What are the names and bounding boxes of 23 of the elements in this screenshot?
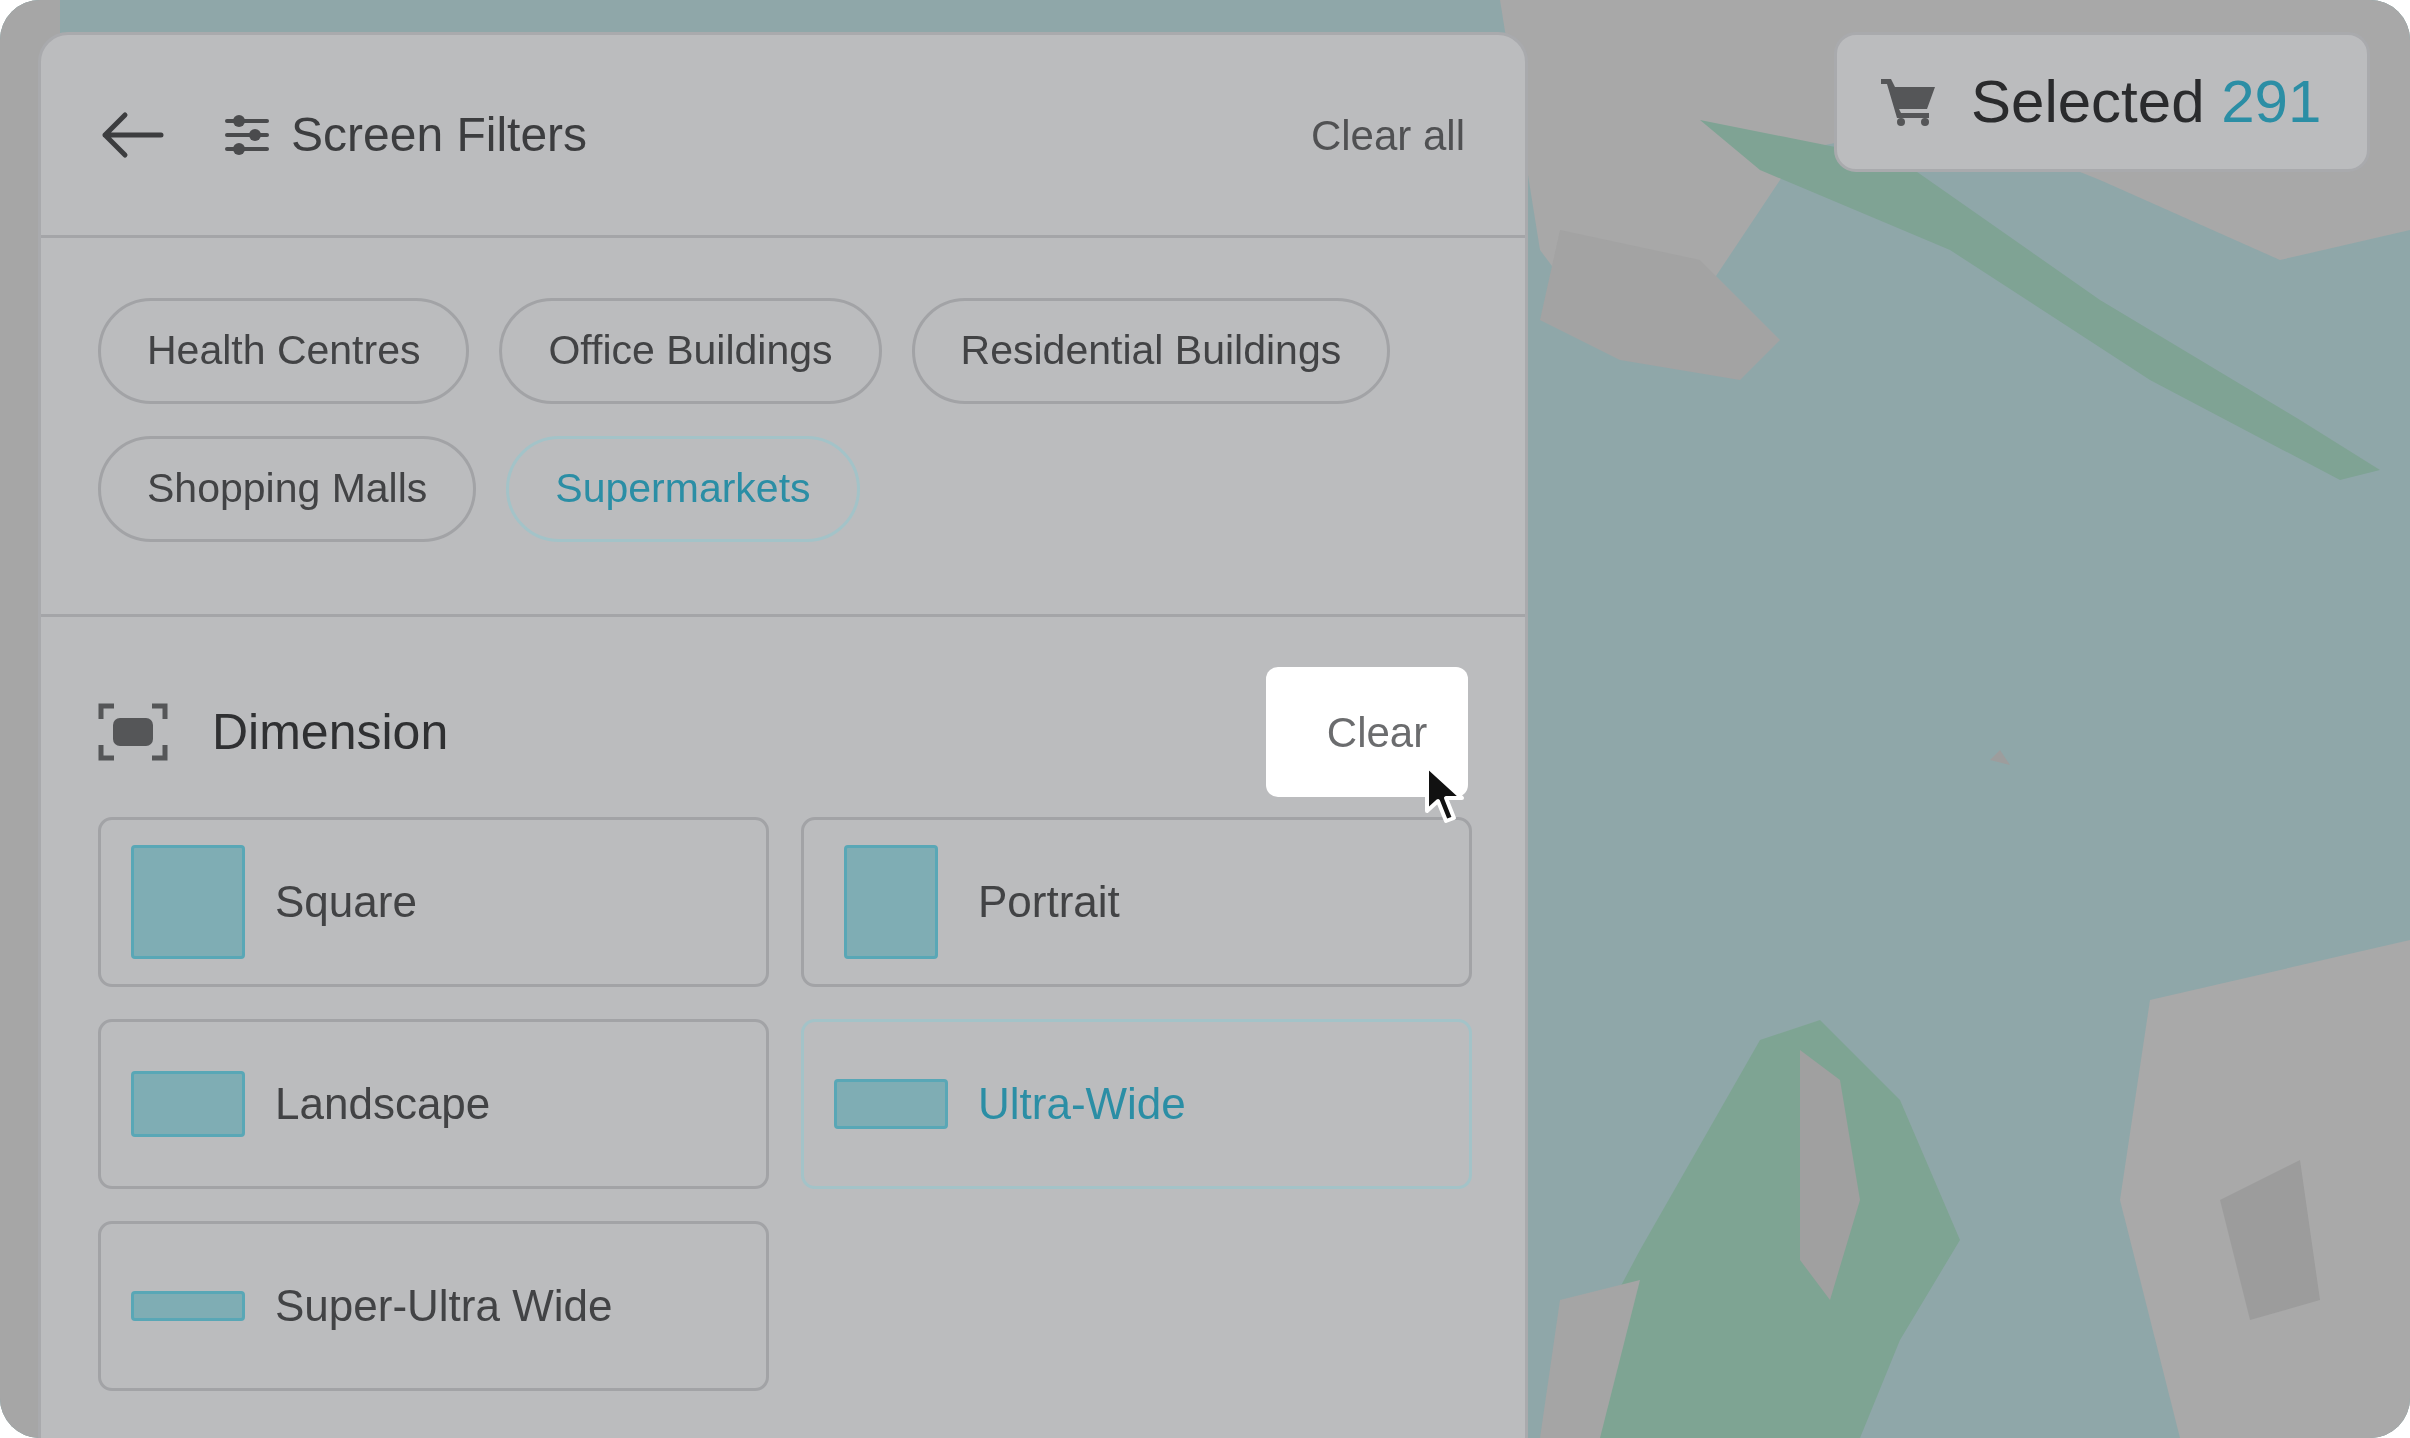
selected-label: Selected [1971,68,2205,135]
aspect-shape-icon [131,1071,245,1137]
aspect-shape-icon [844,845,938,959]
sliders-icon [225,115,269,155]
panel-title: Screen Filters [291,107,588,163]
aspect-shape-icon [834,1079,948,1129]
dimension-option[interactable]: Portrait [801,817,1472,987]
section-title: Dimension [212,702,449,762]
dimension-option[interactable]: Super-Ultra Wide [98,1221,769,1391]
category-chip[interactable]: Shopping Malls [98,436,477,542]
dimension-option[interactable]: Square [98,817,769,987]
cart-icon [1881,77,1937,127]
selected-count: 291 [2221,68,2322,135]
back-arrow-icon [101,111,165,159]
category-chip[interactable]: Residential Buildings [911,298,1391,404]
dimension-icon [98,703,168,761]
category-chip[interactable]: Health Centres [98,298,470,404]
aspect-shape-icon [131,1291,245,1321]
aspect-shape-icon [131,845,245,959]
dimension-option[interactable]: Landscape [98,1019,769,1189]
clear-all-button[interactable]: Clear all [1310,103,1465,167]
clear-button[interactable]: Clear [1266,667,1468,797]
category-chip[interactable]: Office Buildings [499,298,882,404]
